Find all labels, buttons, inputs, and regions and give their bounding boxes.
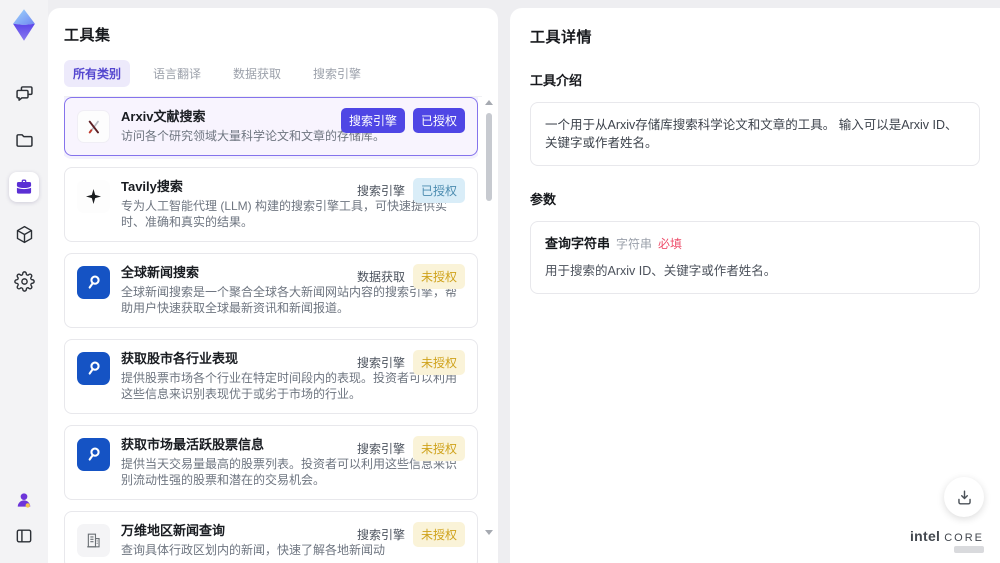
tool-list-panel: 工具集 所有类别 语言翻译 数据获取 搜索引擎 Arxiv文献搜索 访问各个研究… — [48, 8, 498, 563]
news-building-logo — [77, 523, 110, 557]
tool-category-badge: 搜索引擎 — [356, 355, 405, 370]
tool-list: Arxiv文献搜索 访问各个研究领域大量科学论文和文章的存储库。 搜索引擎 已授… — [64, 97, 478, 563]
panel-toggle-icon[interactable] — [9, 521, 39, 551]
tab-1[interactable]: 语言翻译 — [144, 60, 210, 87]
scroll-up-arrow-icon[interactable] — [485, 100, 493, 105]
tool-list-item[interactable]: Tavily搜索 专为人工智能代理 (LLM) 构建的搜索引擎工具，可快速提供实… — [64, 166, 478, 242]
tool-list-item[interactable]: 全球新闻搜索 全球新闻搜索是一个聚合全球各大新闻网站内容的搜索引擎，帮助用户快速… — [64, 252, 478, 328]
category-tabs: 所有类别 语言翻译 数据获取 搜索引擎 — [64, 60, 482, 97]
params-heading: 参数 — [530, 192, 557, 207]
folder-icon[interactable] — [9, 125, 39, 155]
arxiv-logo — [77, 110, 110, 143]
sidebar-nav — [9, 78, 39, 296]
toolbox-icon — [16, 179, 32, 194]
detail-title: 工具详情 — [530, 29, 593, 46]
param-description: 用于搜索的Arxiv ID、关键字或作者姓名。 — [545, 264, 777, 278]
download-button[interactable] — [944, 477, 984, 517]
core-wordmark: core — [944, 532, 984, 544]
tool-category-badge: 搜索引擎 — [356, 183, 405, 198]
tool-list-item[interactable]: 获取市场最活跃股票信息 提供当天交易量最高的股票列表。投资者可以利用这些信息来识… — [64, 424, 478, 500]
user-avatar-icon[interactable] — [9, 485, 39, 515]
intel-core-logo: intel core — [910, 528, 984, 553]
tab-3[interactable]: 搜索引擎 — [304, 60, 370, 87]
intro-box: 一个用于从Arxiv存储库搜索科学论文和文章的工具。 输入可以是Arxiv ID… — [530, 102, 980, 166]
param-required-flag: 必填 — [658, 237, 683, 251]
settings-icon[interactable] — [9, 266, 39, 296]
tool-list-item[interactable]: 获取股市各行业表现 提供股票市场各个行业在特定时间段内的表现。投资者可以利用这些… — [64, 338, 478, 414]
intel-wordmark: intel — [909, 528, 941, 544]
tool-auth-badge: 未授权 — [412, 435, 465, 461]
tool-list-item[interactable]: Arxiv文献搜索 访问各个研究领域大量科学论文和文章的存储库。 搜索引擎 已授… — [64, 97, 478, 156]
page-title: 工具集 — [64, 27, 111, 44]
tool-auth-badge: 已授权 — [412, 108, 465, 133]
package-icon[interactable] — [9, 219, 39, 249]
tab-0[interactable]: 所有类别 — [64, 60, 131, 87]
sidebar-item-tools[interactable] — [9, 172, 39, 202]
param-header: 查询字符串 字符串 必填 — [545, 235, 965, 253]
tool-auth-badge: 未授权 — [412, 263, 465, 289]
tool-category-badge: 数据获取 — [356, 269, 405, 284]
tool-auth-badge: 已授权 — [412, 177, 465, 203]
tool-detail-panel: 工具详情 工具介绍 一个用于从Arxiv存储库搜索科学论文和文章的工具。 输入可… — [510, 8, 1000, 563]
app-logo — [9, 8, 39, 42]
intro-heading: 工具介绍 — [530, 73, 583, 88]
param-type: 字符串 — [616, 237, 653, 251]
download-icon — [957, 489, 971, 505]
tool-list-item[interactable]: 万维地区新闻查询 查询具体行政区划内的新闻，快速了解各地新闻动 搜索引擎 未授权 — [64, 510, 478, 563]
search-app-logo — [77, 437, 110, 471]
tool-auth-badge: 未授权 — [412, 521, 465, 547]
scrollbar-thumb[interactable] — [486, 113, 492, 201]
tab-2[interactable]: 数据获取 — [224, 60, 290, 87]
tavily-logo — [77, 179, 110, 213]
left-sidebar — [0, 0, 48, 563]
search-app-logo — [77, 351, 110, 385]
scroll-down-arrow-icon[interactable] — [485, 530, 493, 535]
list-scrollbar[interactable] — [485, 100, 493, 535]
tool-category-badge: 搜索引擎 — [356, 441, 405, 456]
tool-auth-badge: 未授权 — [412, 349, 465, 375]
param-box: 查询字符串 字符串 必填 用于搜索的Arxiv ID、关键字或作者姓名。 — [530, 221, 980, 294]
search-app-logo — [77, 265, 110, 299]
chat-icon[interactable] — [9, 78, 39, 108]
tool-category-badge: 搜索引擎 — [340, 108, 405, 133]
intel-ultra-mark — [954, 546, 984, 553]
param-name: 查询字符串 — [545, 236, 611, 251]
tool-category-badge: 搜索引擎 — [356, 527, 405, 542]
